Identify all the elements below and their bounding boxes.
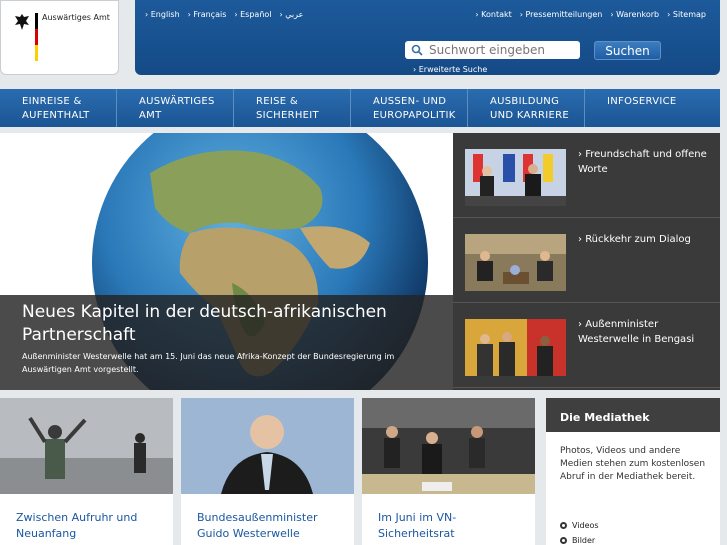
teaser-card[interactable]: Bundesaußenminister Guido Westerwelle bbox=[181, 398, 354, 545]
nav-aussen-europapolitik[interactable]: AUSSEN- UND EUROPAPOLITIK bbox=[351, 89, 468, 127]
nav-label: AMT bbox=[139, 110, 162, 121]
link-label: Videos bbox=[572, 521, 599, 530]
side-news-title[interactable]: Außenminister Westerwelle in Bengasi bbox=[578, 317, 713, 347]
header-bar: English Français Español عربي Kontakt Pr… bbox=[135, 0, 720, 75]
news-thumbnail bbox=[465, 234, 566, 291]
teaser-title[interactable]: Zwischen Aufruhr und Neuanfang bbox=[16, 510, 166, 542]
utility-links: Kontakt Pressemitteilungen Warenkorb Sit… bbox=[475, 10, 706, 19]
mediathek-box: Die Mediathek Photos, Videos und andere … bbox=[546, 398, 720, 545]
nav-label: EINREISE & bbox=[22, 96, 82, 107]
side-news: Freundschaft und offene Worte Rückkehr z… bbox=[453, 133, 720, 390]
nav-label: AUFENTHALT bbox=[22, 110, 90, 121]
hero-teaser[interactable]: Neues Kapitel in der deutsch-afrikanisch… bbox=[0, 133, 453, 390]
teaser-card[interactable]: Im Juni im VN-Sicherheitsrat bbox=[362, 398, 535, 545]
news-thumbnail bbox=[465, 319, 566, 376]
teaser-title[interactable]: Im Juni im VN-Sicherheitsrat bbox=[378, 510, 528, 542]
nav-label: INFOSERVICE bbox=[607, 96, 677, 107]
side-news-item[interactable]: Rückkehr zum Dialog bbox=[453, 218, 720, 303]
nav-auswaertiges-amt[interactable]: AUSWÄRTIGES AMT bbox=[117, 89, 234, 127]
nav-label: REISE & bbox=[256, 96, 298, 107]
search-button[interactable]: Suchen bbox=[594, 41, 661, 60]
link-label: Bilder bbox=[572, 536, 596, 545]
nav-label: AUSWÄRTIGES bbox=[139, 96, 215, 107]
search-input[interactable] bbox=[429, 43, 574, 57]
link-sitemap[interactable]: Sitemap bbox=[667, 10, 706, 19]
search-icon bbox=[411, 44, 423, 56]
search-box bbox=[405, 41, 580, 59]
side-news-item[interactable]: Freundschaft und offene Worte bbox=[453, 133, 720, 218]
teaser-title[interactable]: Bundesaußenminister Guido Westerwelle bbox=[197, 510, 347, 542]
bullet-icon bbox=[560, 537, 567, 544]
link-pressemitteilungen[interactable]: Pressemitteilungen bbox=[520, 10, 603, 19]
teaser-image bbox=[0, 398, 173, 494]
nav-einreise-aufenthalt[interactable]: EINREISE & AUFENTHALT bbox=[0, 89, 117, 127]
federal-eagle-icon bbox=[15, 14, 29, 30]
side-news-title[interactable]: Freundschaft und offene Worte bbox=[578, 147, 713, 177]
teaser-image bbox=[362, 398, 535, 494]
nav-infoservice[interactable]: INFOSERVICE bbox=[585, 89, 702, 127]
link-kontakt[interactable]: Kontakt bbox=[475, 10, 512, 19]
nav-reise-sicherheit[interactable]: REISE & SICHERHEIT bbox=[234, 89, 351, 127]
news-thumbnail bbox=[465, 149, 566, 206]
main-nav: EINREISE & AUFENTHALT AUSWÄRTIGES AMT REIS… bbox=[0, 89, 720, 127]
hero-text: Außenminister Westerwelle hat am 15. Jun… bbox=[22, 352, 395, 374]
teaser-card[interactable]: Zwischen Aufruhr und Neuanfang bbox=[0, 398, 173, 545]
language-links: English Français Español عربي bbox=[145, 10, 304, 19]
advanced-search-link[interactable]: Erweiterte Suche bbox=[413, 65, 488, 74]
link-warenkorb[interactable]: Warenkorb bbox=[610, 10, 659, 19]
lang-arabic[interactable]: عربي bbox=[280, 10, 303, 19]
nav-label: AUSBILDUNG bbox=[490, 96, 560, 107]
logo-text: Auswärtiges Amt bbox=[42, 13, 110, 22]
mediathek-text: Photos, Videos und andere Medien stehen … bbox=[560, 446, 706, 482]
lang-english[interactable]: English bbox=[145, 10, 180, 19]
german-flag bbox=[35, 13, 38, 61]
hero-title[interactable]: Neues Kapitel in der deutsch-afrikanisch… bbox=[22, 301, 442, 347]
side-news-title[interactable]: Rückkehr zum Dialog bbox=[578, 232, 713, 247]
nav-label: UND KARRIERE bbox=[490, 110, 569, 121]
mediathek-heading[interactable]: Die Mediathek bbox=[546, 398, 720, 432]
site-logo[interactable]: Auswärtiges Amt bbox=[0, 0, 119, 75]
bullet-icon bbox=[560, 522, 567, 529]
teaser-image bbox=[181, 398, 354, 494]
lang-francais[interactable]: Français bbox=[188, 10, 226, 19]
side-news-item[interactable]: Außenminister Westerwelle in Bengasi bbox=[453, 303, 720, 388]
nav-label: AUSSEN- UND bbox=[373, 96, 447, 107]
mediathek-link-bilder[interactable]: Bilder bbox=[560, 536, 595, 545]
lang-espanol[interactable]: Español bbox=[234, 10, 271, 19]
nav-label: EUROPAPOLITIK bbox=[373, 110, 456, 121]
mediathek-link-videos[interactable]: Videos bbox=[560, 521, 599, 530]
nav-label: SICHERHEIT bbox=[256, 110, 319, 121]
nav-ausbildung-karriere[interactable]: AUSBILDUNG UND KARRIERE bbox=[468, 89, 585, 127]
hero-caption: Neues Kapitel in der deutsch-afrikanisch… bbox=[0, 295, 453, 390]
